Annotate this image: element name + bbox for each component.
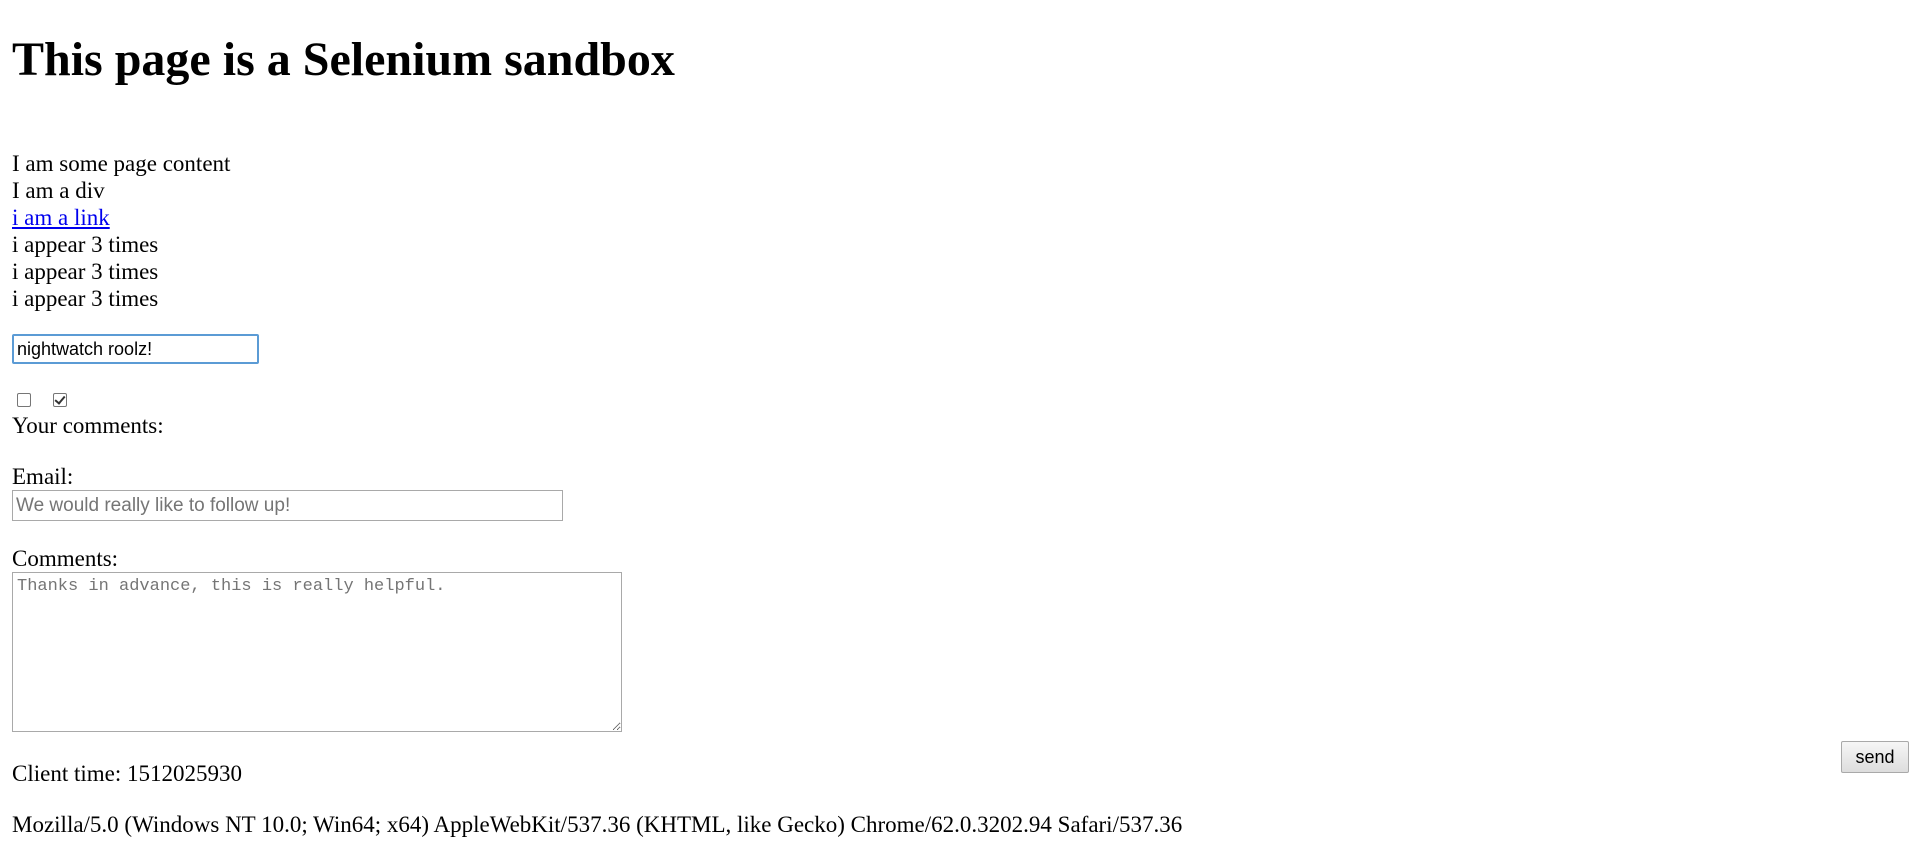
email-label: Email:: [12, 464, 74, 489]
comments-textarea[interactable]: [12, 572, 622, 732]
page-title: This page is a Selenium sandbox: [12, 33, 675, 86]
client-time: Client time: 1512025930: [12, 761, 242, 786]
repeated-text-1: i appear 3 times: [12, 232, 159, 257]
checkbox-checked[interactable]: [53, 393, 67, 407]
user-agent-text: Mozilla/5.0 (Windows NT 10.0; Win64; x64…: [12, 812, 1183, 837]
text-input[interactable]: [12, 334, 259, 364]
send-button[interactable]: send: [1841, 741, 1909, 773]
comments-section-title: Your comments:: [12, 413, 164, 438]
repeated-text-3: i appear 3 times: [12, 286, 159, 311]
page-content-text: I am some page content: [12, 151, 231, 176]
repeated-text-2: i appear 3 times: [12, 259, 159, 284]
email-field[interactable]: [12, 490, 563, 521]
comments-label: Comments:: [12, 546, 119, 571]
page-body: This page is a Selenium sandbox I am som…: [12, 0, 1912, 838]
checkbox-unchecked[interactable]: [17, 393, 31, 407]
page-content: I am some page content I am a div i am a…: [12, 150, 1912, 312]
div-text: I am a div: [12, 178, 105, 203]
sample-link[interactable]: i am a link: [12, 205, 110, 230]
checkbox-group: [12, 390, 1912, 410]
